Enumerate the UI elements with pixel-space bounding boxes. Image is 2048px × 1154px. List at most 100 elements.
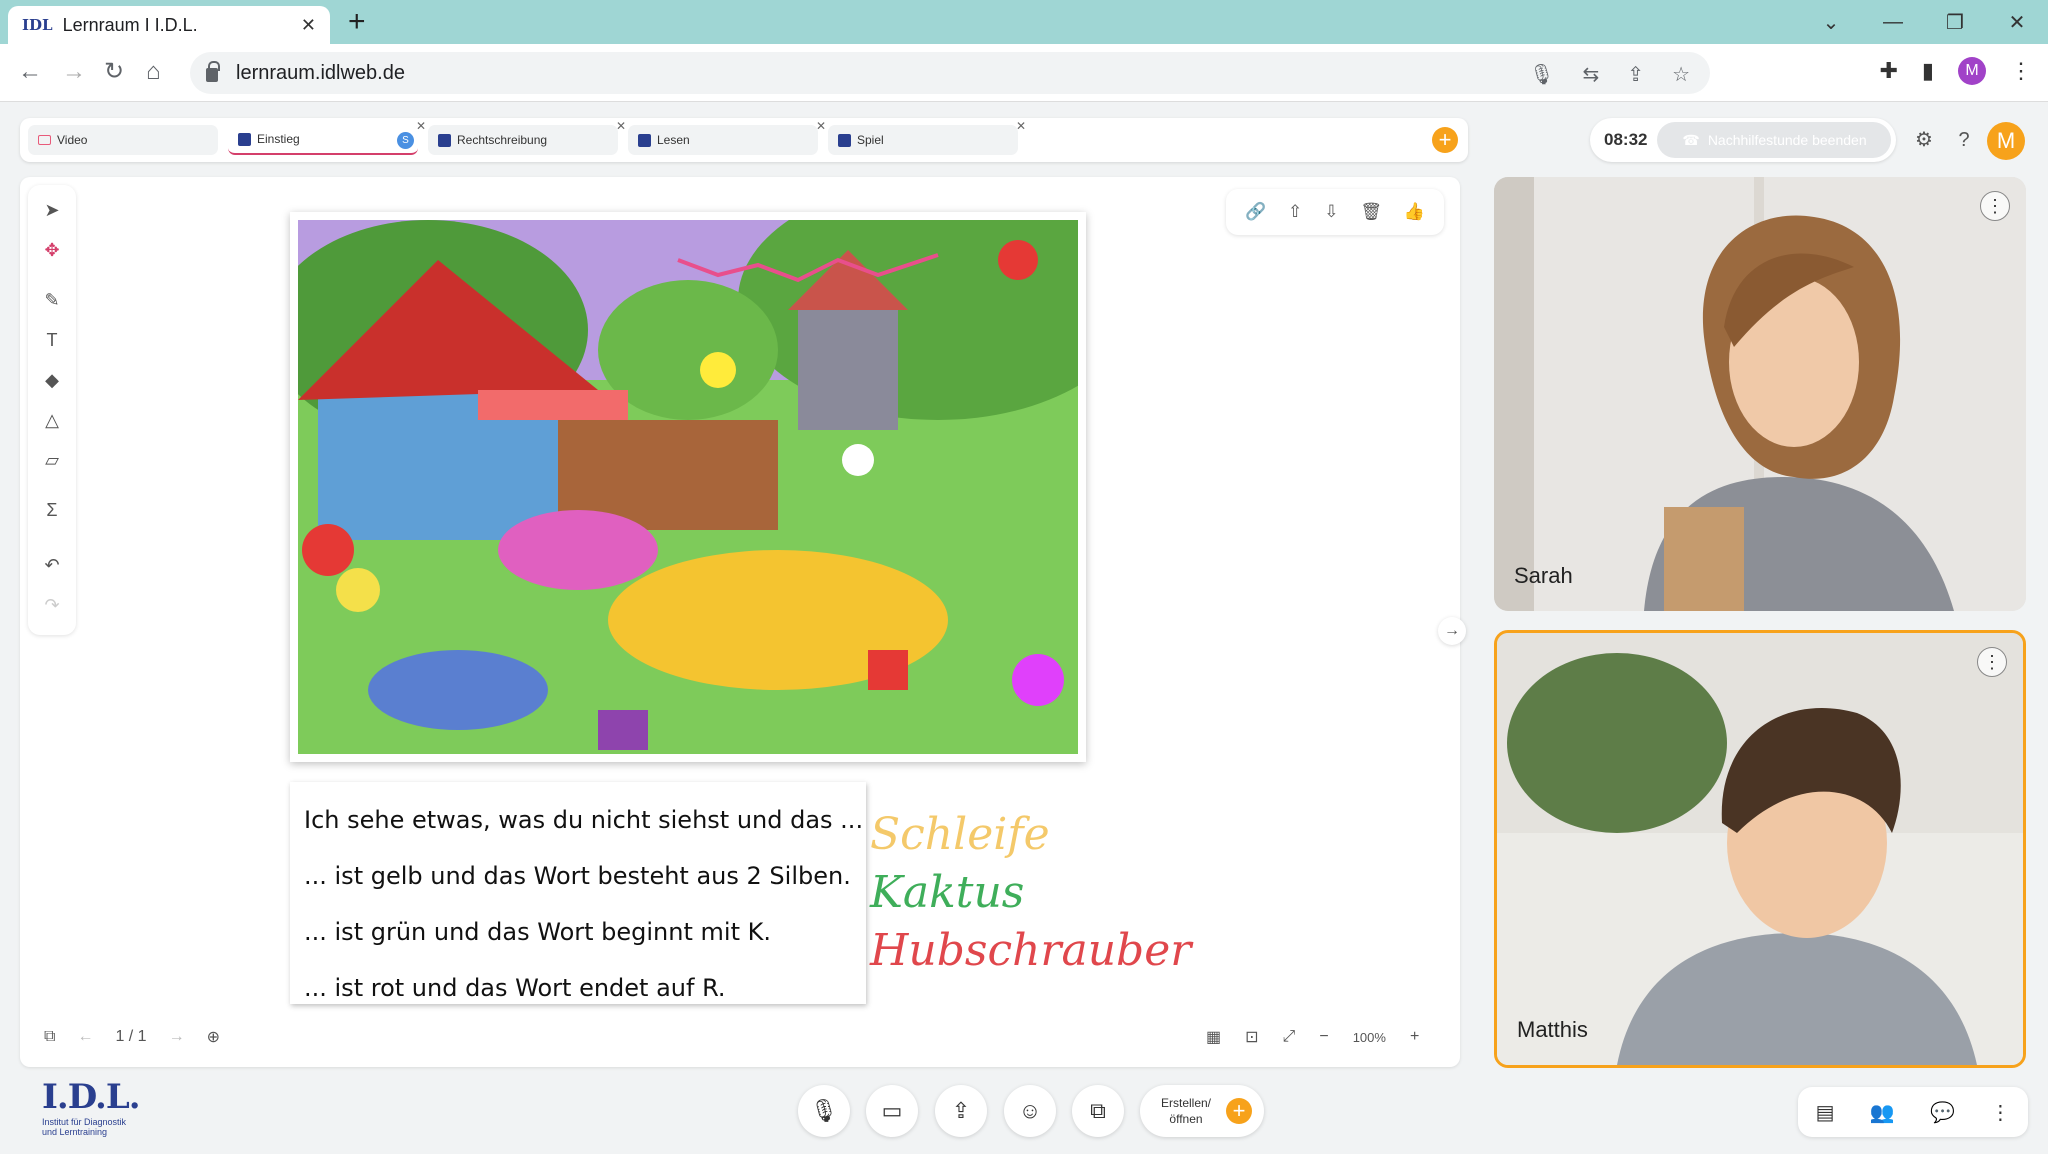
pen-icon[interactable]: ✎ <box>28 285 76 315</box>
tab-einstieg[interactable]: Einstieg S ✕ <box>228 119 426 155</box>
sticky-note-icon[interactable]: ▱ <box>28 445 76 475</box>
eraser-icon[interactable]: ◆ <box>28 365 76 395</box>
pages-overview-icon[interactable]: ⧉ <box>44 1028 55 1046</box>
screen-share-button[interactable]: ⇪ <box>935 1085 987 1137</box>
collapse-panel-arrow-icon[interactable]: → <box>1438 617 1466 645</box>
minimize-icon[interactable]: — <box>1862 11 1924 34</box>
tab-spiel[interactable]: Spiel ✕ <box>828 119 1026 155</box>
browser-menu-icon[interactable]: ⋮ <box>2010 58 2032 84</box>
text-tool-icon[interactable]: T <box>28 325 76 355</box>
board-icon <box>438 133 451 147</box>
layout-switch-button[interactable]: ⧉ <box>1072 1085 1124 1137</box>
link-icon[interactable]: 🔗 <box>1245 202 1266 222</box>
hang-up-icon: ☎ <box>1682 131 1700 148</box>
share-icon[interactable]: ⇪ <box>1627 62 1644 87</box>
riddle-line: ... ist grün und das Wort beginnt mit K. <box>304 918 771 946</box>
bookmark-star-icon[interactable]: ☆ <box>1672 62 1690 87</box>
close-tab-icon[interactable]: ✕ <box>1016 119 1026 133</box>
camera-button[interactable]: ▭ <box>866 1085 918 1137</box>
fit-view-icon[interactable]: ⊡ <box>1245 1027 1258 1047</box>
add-page-icon[interactable]: ⊕ <box>207 1027 220 1047</box>
tab-user-badge: S <box>397 132 414 149</box>
notes-icon[interactable]: ▤ <box>1816 1100 1835 1125</box>
forward-icon[interactable]: → <box>62 58 86 86</box>
microphone-icon[interactable]: 🎙 <box>1529 62 1554 87</box>
close-tab-icon[interactable]: ✕ <box>301 15 316 36</box>
close-tab-icon[interactable]: ✕ <box>616 119 626 133</box>
tab-label: Rechtschreibung <box>457 133 548 147</box>
reload-icon[interactable]: ↻ <box>104 58 124 86</box>
participant-name: Sarah <box>1514 563 1573 588</box>
undo-icon[interactable]: ↶ <box>28 550 76 580</box>
address-bar: ← → ↻ ⌂ lernraum.idlweb.de 🎙 ⇆ ⇪ ☆ ✚ ▮ M… <box>0 44 2048 102</box>
answer-handwriting[interactable]: Schleife <box>870 809 1050 860</box>
grid-icon[interactable]: ▦ <box>1206 1027 1221 1047</box>
select-cursor-icon[interactable]: ➤ <box>28 195 76 225</box>
video-tile-sarah[interactable]: Sarah ⋮ <box>1494 177 2026 611</box>
end-session-label: Nachhilfestunde beenden <box>1707 132 1867 148</box>
tab-label: Video <box>57 133 88 147</box>
create-open-button[interactable]: Erstellen/ öffnen + <box>1140 1085 1264 1137</box>
end-session-button[interactable]: ☎ Nachhilfestunde beenden <box>1657 122 1892 158</box>
fullscreen-icon[interactable]: ⤢ <box>1283 1028 1296 1046</box>
zoom-out-icon[interactable]: − <box>1319 1028 1328 1046</box>
settings-gear-icon[interactable]: ⚙ <box>1910 126 1938 154</box>
extensions-icon[interactable]: ✚ <box>1879 58 1897 84</box>
plus-icon: + <box>1226 1098 1252 1124</box>
drawing-toolbar: ➤ ✥ ✎ T ◆ △ ▱ Σ ↶ ↷ <box>28 185 76 635</box>
redo-icon[interactable]: ↷ <box>28 590 76 620</box>
riddle-line: Ich sehe etwas, was du nicht siehst und … <box>304 806 864 834</box>
zoom-level: 100% <box>1352 1029 1386 1045</box>
help-icon[interactable]: ? <box>1950 126 1978 154</box>
zoom-in-icon[interactable]: + <box>1410 1028 1419 1046</box>
browser-tab[interactable]: IDL Lernraum I I.D.L. ✕ <box>8 6 330 44</box>
tab-lesen[interactable]: Lesen ✕ <box>628 119 826 155</box>
answer-handwriting[interactable]: Kaktus <box>870 867 1024 918</box>
more-options-icon[interactable]: ⋮ <box>1980 191 2010 221</box>
download-icon[interactable]: ⇩ <box>1324 202 1338 222</box>
user-avatar[interactable]: M <box>1987 122 2025 160</box>
home-icon[interactable]: ⌂ <box>146 58 161 86</box>
url-field[interactable]: lernraum.idlweb.de 🎙 ⇆ ⇪ ☆ <box>190 52 1710 94</box>
profile-avatar[interactable]: M <box>1958 57 1986 85</box>
board-icon <box>838 133 851 147</box>
browser-tab-title: Lernraum I I.D.L. <box>62 14 198 35</box>
restore-icon[interactable]: ❐ <box>1924 10 1986 35</box>
new-tab-icon[interactable]: + <box>348 7 366 37</box>
chat-icon[interactable]: 💬 <box>1930 1100 1955 1125</box>
shapes-icon[interactable]: △ <box>28 405 76 435</box>
board-icon <box>638 133 651 147</box>
upload-icon[interactable]: ⇧ <box>1288 202 1302 222</box>
side-panel-icon[interactable]: ▮ <box>1922 58 1934 84</box>
participants-icon[interactable]: 👥 <box>1870 1100 1895 1125</box>
previous-page-icon[interactable]: ← <box>77 1028 93 1046</box>
reactions-button[interactable]: ☺ <box>1004 1085 1056 1137</box>
tab-video[interactable]: Video <box>28 125 218 155</box>
riddle-line: ... ist gelb und das Wort besteht aus 2 … <box>304 862 851 890</box>
next-page-icon[interactable]: → <box>169 1028 185 1046</box>
party-illustration[interactable] <box>290 212 1086 762</box>
whiteboard[interactable]: ➤ ✥ ✎ T ◆ △ ▱ Σ ↶ ↷ 🔗 ⇧ ⇩ 🗑 👍 Ich sehe e… <box>20 177 1466 1067</box>
more-menu-icon[interactable]: ⋮ <box>1990 1100 2010 1125</box>
more-options-icon[interactable]: ⋮ <box>1977 647 2007 677</box>
add-tab-button[interactable]: + <box>1432 127 1458 153</box>
move-icon[interactable]: ✥ <box>28 235 76 265</box>
video-tile-matthis[interactable]: Matthis ⋮ <box>1494 630 2026 1068</box>
thumbs-up-icon[interactable]: 👍 <box>1404 202 1425 222</box>
translate-icon[interactable]: ⇆ <box>1583 62 1600 87</box>
riddle-line: ... ist rot und das Wort endet auf R. <box>304 974 726 1002</box>
trash-icon[interactable]: 🗑 <box>1360 202 1382 222</box>
garden-party-scene <box>298 220 1078 754</box>
page-indicator: 1 / 1 <box>115 1028 147 1045</box>
tab-search-icon[interactable]: ⌄ <box>1800 10 1862 35</box>
close-tab-icon[interactable]: ✕ <box>416 119 426 133</box>
tab-rechtschreibung[interactable]: Rechtschreibung ✕ <box>428 119 626 155</box>
close-tab-icon[interactable]: ✕ <box>816 119 826 133</box>
back-icon[interactable]: ← <box>18 58 42 86</box>
riddle-card[interactable]: Ich sehe etwas, was du nicht siehst und … <box>290 782 866 1004</box>
browser-toolbar-icons: ✚ ▮ M ⋮ <box>1879 57 2032 85</box>
microphone-button[interactable]: 🎙 <box>798 1085 850 1137</box>
formula-sigma-icon[interactable]: Σ <box>28 495 76 525</box>
answer-handwriting[interactable]: Hubschrauber <box>870 925 1191 976</box>
close-window-icon[interactable]: ✕ <box>1986 10 2048 35</box>
